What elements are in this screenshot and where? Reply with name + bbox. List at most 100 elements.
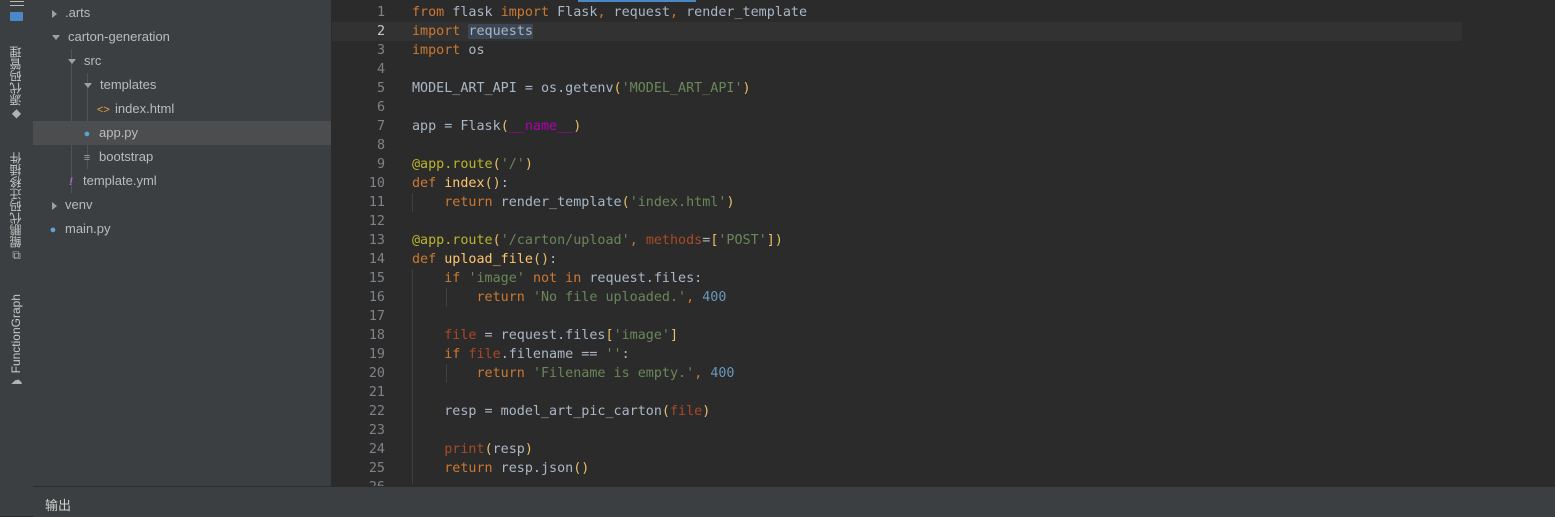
code-line: 5 MODEL_ART_API = os.getenv('MODEL_ART_AP… bbox=[332, 79, 1462, 98]
tree-item-arts[interactable]: .arts bbox=[33, 1, 331, 25]
line-number: 15 bbox=[368, 271, 385, 286]
line-number: 16 bbox=[368, 290, 385, 305]
tree-item-bootstrap[interactable]: ≡ bootstrap bbox=[33, 145, 331, 169]
code-text: file = request.files['image'] bbox=[444, 328, 679, 343]
tree-item-app-py[interactable]: ● app.py bbox=[33, 121, 331, 145]
code-text: return 'No file uploaded.', 400 bbox=[476, 290, 727, 305]
code-line: 3 import os bbox=[332, 41, 1462, 60]
code-line: 20 return 'Filename is empty.', 400 bbox=[332, 364, 1462, 383]
file-explorer: .arts carton-generation src templates <>… bbox=[33, 0, 332, 486]
output-panel-title[interactable]: 输出 bbox=[45, 495, 71, 514]
folder-icon bbox=[10, 12, 23, 21]
code-text: def upload_file(): bbox=[412, 252, 558, 267]
code-line: 24 print(resp) bbox=[332, 440, 1462, 459]
code-line: 25 return resp.json() bbox=[332, 459, 1462, 478]
code-editor[interactable]: 1 from flask import Flask, request, rende… bbox=[332, 0, 1555, 486]
activity-label-migration: 鲲鹏代码迁移插件 bbox=[9, 152, 23, 248]
migration-icon: ⧉ bbox=[12, 248, 21, 262]
menu-icon bbox=[9, 1, 24, 6]
tree-item-label: main.py bbox=[65, 221, 111, 236]
output-panel[interactable]: 输出 bbox=[33, 486, 1555, 517]
code-line: 6 bbox=[332, 98, 1462, 117]
line-number: 10 bbox=[368, 176, 385, 191]
code-text: if file.filename == '': bbox=[444, 347, 630, 362]
code-line: 8 bbox=[332, 136, 1462, 155]
code-text: return 'Filename is empty.', 400 bbox=[476, 366, 735, 381]
code-text: def index(): bbox=[412, 176, 509, 191]
code-line: 1 from flask import Flask, request, rende… bbox=[332, 3, 1462, 22]
chevron-right-icon bbox=[52, 201, 57, 210]
activity-item-source-control[interactable]: 源代码管理 ◆ bbox=[0, 46, 33, 130]
line-number: 26 bbox=[332, 478, 385, 486]
line-number: 17 bbox=[368, 309, 385, 324]
code-text: @app.route('/') bbox=[412, 157, 533, 172]
tree-item-carton-generation[interactable]: carton-generation bbox=[33, 25, 331, 49]
chevron-down-icon bbox=[68, 59, 76, 65]
tree-item-label: venv bbox=[65, 197, 93, 212]
chevron-down-icon bbox=[52, 35, 60, 41]
code-line: 21 bbox=[332, 383, 1462, 402]
code-line: 4 bbox=[332, 60, 1462, 79]
code-line: 10 def index(): bbox=[332, 174, 1462, 193]
line-number: 22 bbox=[368, 404, 385, 419]
code-text: return render_template('index.html') bbox=[444, 195, 735, 210]
python-file-icon: ● bbox=[83, 127, 91, 140]
tree-item-index-html[interactable]: <> index.html bbox=[33, 97, 331, 121]
code-text: import requests bbox=[412, 24, 533, 39]
tree-item-venv[interactable]: venv bbox=[33, 193, 331, 217]
code-text: print(resp) bbox=[444, 442, 533, 457]
line-number: 24 bbox=[368, 442, 385, 457]
line-number: 1 bbox=[376, 5, 385, 20]
yaml-file-icon: ! bbox=[69, 175, 73, 188]
git-icon: ◆ bbox=[11, 106, 22, 120]
tree-item-label: src bbox=[84, 53, 102, 68]
line-number: 20 bbox=[368, 366, 385, 381]
tree-item-templates[interactable]: templates bbox=[33, 73, 331, 97]
code-line: 22 resp = model_art_pic_carton(file) bbox=[332, 402, 1462, 421]
activity-item-migration[interactable]: 鲲鹏代码迁移插件 ⧉ bbox=[0, 152, 33, 272]
text-file-icon: ≡ bbox=[83, 151, 91, 164]
line-number: 12 bbox=[368, 214, 385, 229]
tree-item-src[interactable]: src bbox=[33, 49, 331, 73]
code-line: 14 def upload_file(): bbox=[332, 250, 1462, 269]
line-number: 8 bbox=[376, 138, 385, 153]
line-number: 4 bbox=[376, 62, 385, 77]
code-line: 17 bbox=[332, 307, 1462, 326]
cloud-icon: ☁ bbox=[10, 373, 23, 388]
line-number: 21 bbox=[368, 385, 385, 400]
activity-item-functiongraph[interactable]: FunctionGraph ☁ bbox=[0, 294, 33, 396]
activity-label-functiongraph: FunctionGraph bbox=[9, 294, 23, 374]
tree-item-label: index.html bbox=[115, 101, 175, 116]
code-line: 23 bbox=[332, 421, 1462, 440]
chevron-right-icon bbox=[52, 9, 57, 18]
code-line-current: 2 import requests bbox=[332, 22, 1462, 41]
tree-item-label: carton-generation bbox=[68, 29, 170, 44]
html-file-icon: <> bbox=[97, 103, 110, 116]
line-number: 9 bbox=[376, 157, 385, 172]
tree-item-template-yml[interactable]: ! template.yml bbox=[33, 169, 331, 193]
tree-item-main-py[interactable]: ● main.py bbox=[33, 217, 331, 241]
code-line: 18 file = request.files['image'] bbox=[332, 326, 1462, 345]
active-tab-indicator bbox=[578, 0, 696, 2]
line-number: 11 bbox=[368, 195, 385, 210]
code-text: @app.route('/carton/upload', methods=['P… bbox=[412, 233, 783, 248]
tree-item-label: templates bbox=[100, 77, 157, 92]
code-text: import os bbox=[412, 43, 485, 58]
code-text: resp = model_art_pic_carton(file) bbox=[412, 404, 711, 419]
code-text: return resp.json() bbox=[444, 461, 590, 476]
tree-item-label: .arts bbox=[65, 5, 91, 20]
code-text: MODEL_ART_API = os.getenv('MODEL_ART_API… bbox=[412, 81, 751, 96]
code-line: 19 if file.filename == '': bbox=[332, 345, 1462, 364]
line-number: 23 bbox=[368, 423, 385, 438]
line-number: 2 bbox=[376, 24, 385, 39]
code-text: if 'image' not in request.files: bbox=[444, 271, 703, 286]
explorer-activity-button[interactable] bbox=[0, 0, 33, 28]
code-line: 26 bbox=[332, 478, 1462, 486]
line-number: 25 bbox=[368, 461, 385, 476]
code-line: 9 @app.route('/') bbox=[332, 155, 1462, 174]
code-line: 15 if 'image' not in request.files: bbox=[332, 269, 1462, 288]
tree-item-label: app.py bbox=[99, 125, 139, 140]
code-line: 16 return 'No file uploaded.', 400 bbox=[332, 288, 1462, 307]
line-number: 14 bbox=[368, 252, 385, 267]
line-number: 3 bbox=[376, 43, 385, 58]
